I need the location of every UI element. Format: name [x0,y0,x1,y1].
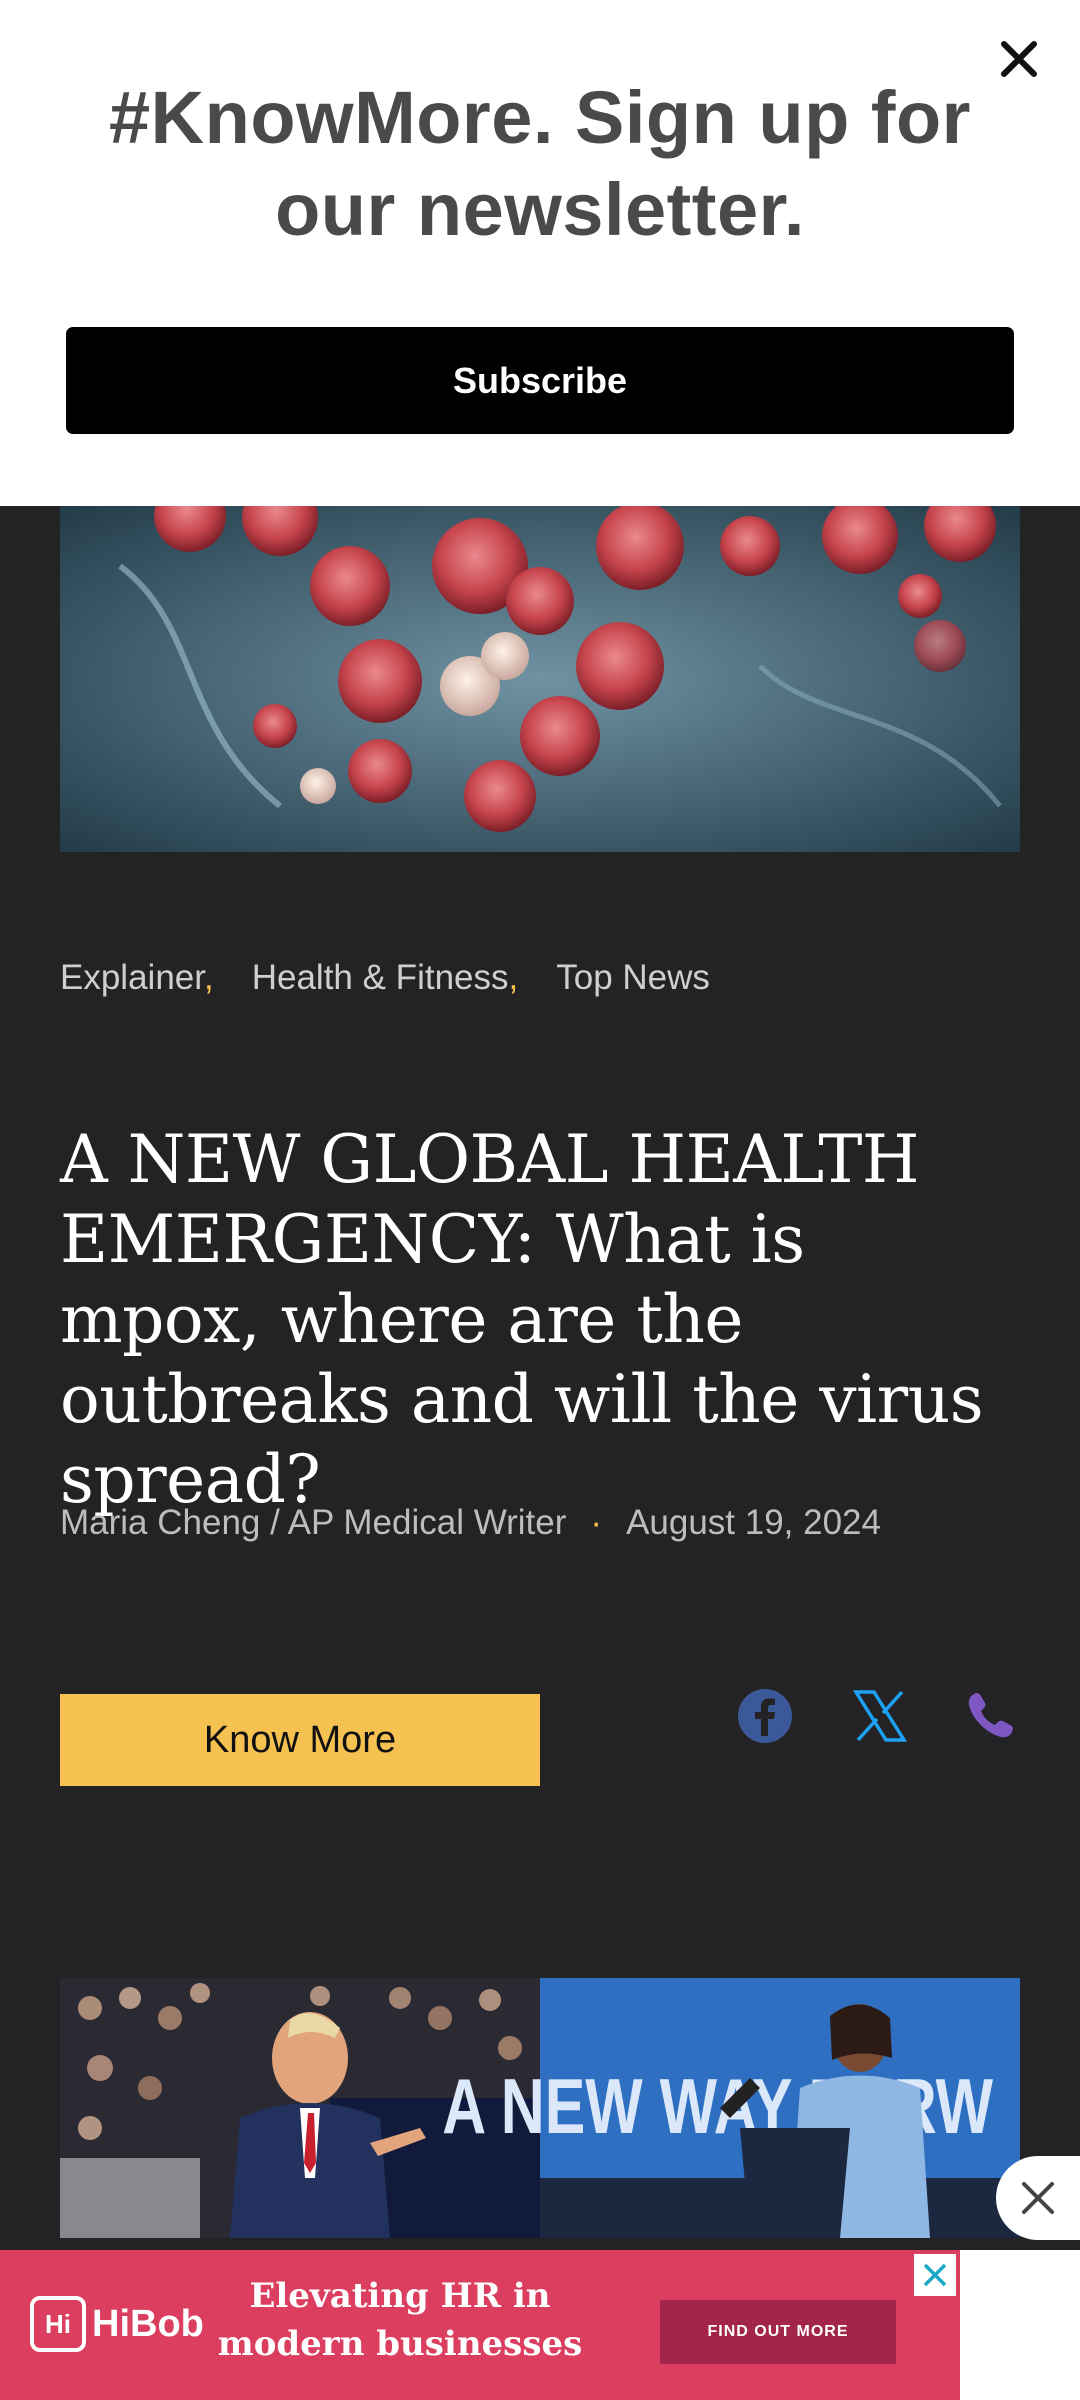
article-hero-image[interactable] [60,506,1020,852]
ad-brand: HiBob [92,2302,204,2345]
publish-date: August 19, 2024 [626,1503,881,1542]
category-separator: , [508,958,519,997]
article-headline[interactable]: A NEW GLOBAL HEALTH EMERGENCY: What is m… [60,1120,1020,1520]
category-link-top-news[interactable]: Top News [556,958,710,997]
article-byline: Maria Cheng / AP Medical Writer · August 1… [60,1503,881,1543]
byline-dot: · [590,1503,603,1542]
subscribe-button[interactable]: Subscribe [66,327,1014,434]
ad-close-icon[interactable] [914,2254,956,2296]
second-article-image[interactable]: A NEW WAY FORW [60,1978,1020,2238]
category-link-explainer[interactable]: Explainer [60,958,204,997]
newsletter-popup: #KnowMore. Sign up for our newsletter. S… [0,0,1080,506]
ad-headline: Elevating HR in modern businesses [217,2276,583,2364]
category-link-health-fitness[interactable]: Health & Fitness [252,958,509,997]
phone-icon[interactable] [960,1686,1020,1746]
hibob-logo: Hi HiBob [30,2296,204,2352]
ad-banner[interactable]: Hi HiBob Elevating HR in modern businesse… [0,2250,960,2400]
ad-side-spacer [960,2250,1080,2400]
popup-title: #KnowMore. Sign up for our newsletter. [109,76,971,251]
ad-cta-button[interactable]: FIND OUT MORE [660,2300,896,2364]
hibob-logo-mark: Hi [30,2296,86,2352]
know-more-button[interactable]: Know More [60,1694,540,1786]
article-categories: Explainer, Health & Fitness, Top News [60,958,710,998]
category-separator: , [203,958,214,997]
x-icon[interactable] [850,1686,910,1746]
facebook-icon[interactable] [735,1686,795,1746]
close-icon [1022,2182,1054,2214]
ad-close-button[interactable] [996,2156,1080,2240]
author-name[interactable]: Maria Cheng / AP Medical Writer [60,1503,566,1542]
